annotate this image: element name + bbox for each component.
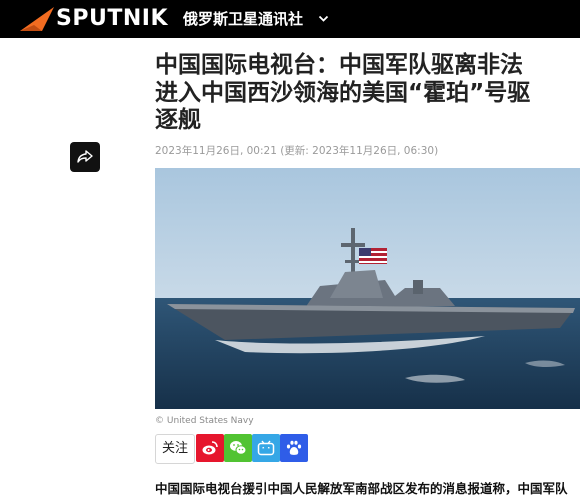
logo-text[interactable]: SPUTNIK [56,5,168,33]
share-button[interactable] [70,142,100,172]
weibo-button[interactable] [196,434,224,462]
article-photo [155,168,580,409]
article-headline: 中国国际电视台：中国军队驱离非法 进入中国西沙领海的美国“霍珀”号驱 逐舰 [155,52,580,135]
chevron-down-icon[interactable] [318,13,329,24]
share-icon [77,150,93,163]
headline-line: 进入中国西沙领海的美国“霍珀”号驱 [155,79,531,106]
bilibili-button[interactable] [252,434,280,462]
photo-credit: © United States Navy [155,416,254,426]
top-bar: SPUTNIK 俄罗斯卫星通讯社 [0,0,580,38]
site-name[interactable]: 俄罗斯卫星通讯社 [183,9,303,29]
article-dateline: 2023年11月26日, 00:21 (更新: 2023年11月26日, 06:… [155,145,439,157]
headline-line: 中国国际电视台：中国军队驱离非法 [155,52,523,78]
wechat-icon [230,441,247,455]
headline-line: 逐舰 [155,107,201,133]
baidu-icon [286,440,302,455]
bilibili-icon [257,440,275,456]
baidu-button[interactable] [280,434,308,462]
sputnik-logo-icon[interactable] [18,5,58,33]
follow-button[interactable]: 关注 [155,434,195,464]
article-lede: 中国国际电视台援引中国人民解放军南部战区发布的消息报道称，中国军队 [155,481,568,496]
weibo-icon [202,441,218,455]
wechat-button[interactable] [224,434,252,462]
